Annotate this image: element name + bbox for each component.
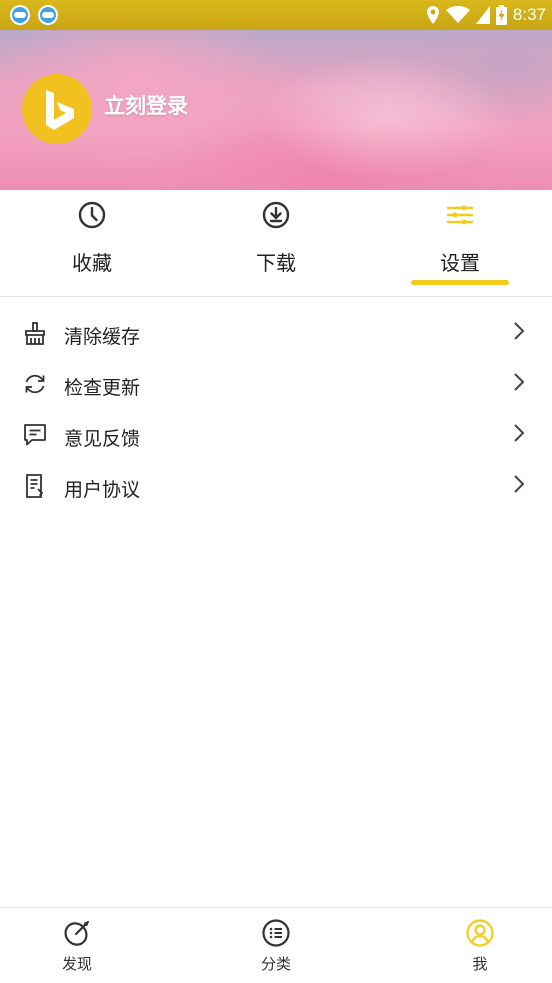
tab-label: 下载 — [256, 251, 296, 275]
list-item-label: 意见反馈 — [64, 428, 141, 450]
satellite-dish-icon — [64, 920, 90, 946]
chevron-right-icon — [514, 322, 525, 340]
status-time: 8:37 — [512, 5, 546, 24]
nav-me[interactable]: 我 — [388, 908, 552, 983]
signal-icon — [475, 6, 490, 24]
wifi-icon — [445, 6, 470, 23]
app-notification-icon — [38, 5, 58, 25]
nav-categories[interactable]: 分类 — [184, 908, 368, 983]
list-item-label: 检查更新 — [64, 377, 141, 399]
tab-label: 收藏 — [72, 251, 112, 275]
nav-label: 我 — [472, 955, 488, 973]
tab-downloads[interactable]: 下载 — [184, 190, 368, 296]
bing-logo-icon — [46, 90, 74, 130]
list-item-feedback[interactable]: 意见反馈 — [0, 410, 552, 461]
battery-charging-icon — [495, 5, 507, 25]
chevron-right-icon — [514, 424, 525, 442]
download-icon — [262, 201, 290, 229]
chevron-right-icon — [514, 373, 525, 391]
app-notification-icon — [10, 5, 30, 25]
nav-discover[interactable]: 发现 — [0, 908, 169, 983]
list-item-clear-cache[interactable]: 清除缓存 — [0, 308, 552, 359]
bottom-nav: 发现 分类 我 — [0, 907, 552, 983]
nav-label: 发现 — [61, 955, 92, 973]
broom-icon — [25, 322, 45, 345]
list-icon — [262, 919, 290, 947]
clock-icon — [78, 201, 106, 229]
user-icon — [466, 919, 494, 947]
tab-favorites[interactable]: 收藏 — [0, 190, 184, 296]
feedback-icon — [24, 424, 46, 446]
tab-label: 设置 — [440, 251, 480, 275]
settings-list: 清除缓存 检查更新 意见反馈 用户协议 — [0, 308, 552, 512]
refresh-icon — [25, 374, 45, 394]
login-button[interactable]: 立刻登录 — [104, 90, 188, 120]
status-bar: 8:37 — [0, 0, 552, 30]
list-item-label: 用户协议 — [64, 479, 141, 501]
location-icon — [426, 6, 439, 24]
nav-label: 分类 — [260, 955, 291, 973]
profile-header: 立刻登录 — [0, 30, 552, 190]
active-tab-indicator — [411, 280, 509, 285]
list-item-user-agreement[interactable]: 用户协议 — [0, 461, 552, 512]
document-icon — [26, 474, 44, 498]
avatar[interactable] — [22, 74, 92, 144]
list-item-label: 清除缓存 — [64, 326, 141, 348]
chevron-right-icon — [514, 475, 525, 493]
sliders-icon — [446, 205, 474, 225]
list-item-check-update[interactable]: 检查更新 — [0, 359, 552, 410]
